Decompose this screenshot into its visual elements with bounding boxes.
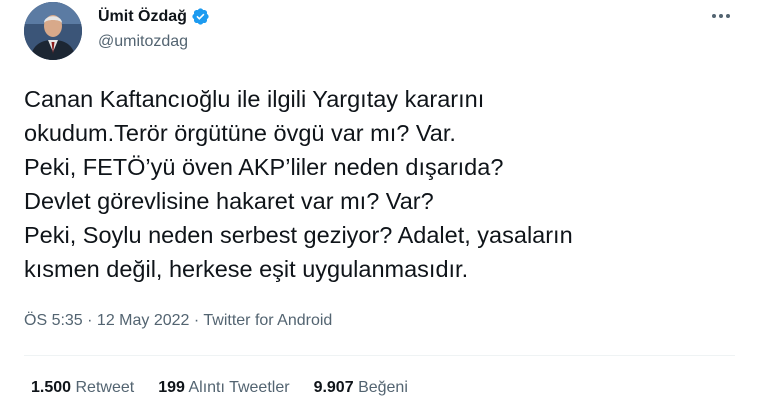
- tweet-source[interactable]: Twitter for Android: [203, 312, 332, 329]
- tweet-text-line: Peki, Soylu neden serbest geziyor? Adale…: [24, 222, 573, 248]
- like-count-link[interactable]: 9.907 Beğeni: [314, 379, 408, 397]
- tweet-text-line: Canan Kaftancıoğlu ile ilgili Yargıtay k…: [24, 86, 485, 112]
- tweet-card: Ümit Özdağ @umitozdag Canan Kaftancıoğlu…: [0, 0, 758, 418]
- tweet-time[interactable]: ÖS 5:35: [24, 312, 83, 329]
- tweet-text-line: kısmen değil, herkese eşit uygulanmasıdı…: [24, 256, 469, 282]
- quote-tweet-label: Alıntı Tweetler: [188, 379, 290, 396]
- author-name[interactable]: Ümit Özdağ: [98, 8, 187, 26]
- tweet-text: Canan Kaftancıoğlu ile ilgili Yargıtay k…: [24, 82, 744, 286]
- tweet-metadata: ÖS 5:35 · 12 May 2022 · Twitter for Andr…: [24, 312, 332, 330]
- quote-tweet-count-link[interactable]: 199 Alıntı Tweetler: [158, 379, 289, 397]
- more-options-button[interactable]: [704, 6, 738, 26]
- verified-badge-icon: [192, 8, 209, 25]
- avatar[interactable]: [24, 2, 82, 60]
- quote-tweet-count: 199: [158, 379, 185, 396]
- like-count: 9.907: [313, 379, 354, 396]
- retweet-count: 1.500: [31, 379, 72, 396]
- like-label: Beğeni: [358, 379, 408, 396]
- author-handle[interactable]: @umitozdag: [98, 33, 188, 51]
- meta-separator: ·: [82, 312, 97, 329]
- divider: [24, 355, 735, 356]
- tweet-text-line: okudum.Terör örgütüne övgü var mı? Var.: [24, 120, 456, 146]
- retweet-label: Retweet: [75, 379, 135, 396]
- author-name-row[interactable]: Ümit Özdağ: [98, 7, 210, 26]
- tweet-date[interactable]: 12 May 2022: [97, 312, 190, 329]
- tweet-text-line: Devlet görevlisine hakaret var mı? Var?: [24, 188, 434, 214]
- more-horizontal-icon: [712, 14, 730, 18]
- retweet-count-link[interactable]: 1.500 Retweet: [31, 379, 134, 397]
- tweet-stats: 1.500 Retweet 199 Alıntı Tweetler 9.907 …: [31, 379, 432, 397]
- tweet-text-line: Peki, FETÖ’yü öven AKP’liler neden dışar…: [24, 154, 504, 180]
- meta-separator: ·: [189, 312, 204, 329]
- avatar-image: [24, 2, 82, 60]
